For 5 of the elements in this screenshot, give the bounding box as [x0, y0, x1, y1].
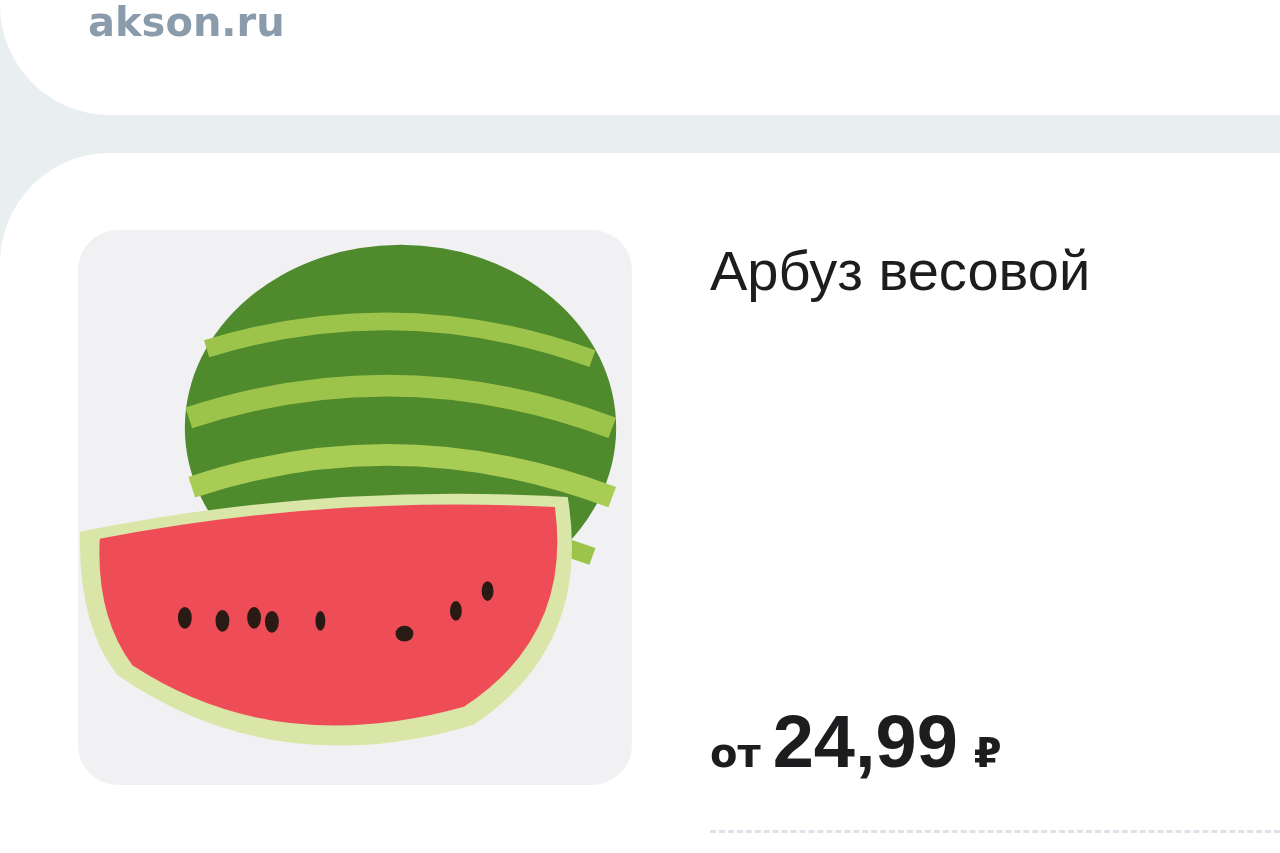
price: 24,99 — [772, 699, 958, 784]
price-prefix: от — [710, 730, 761, 776]
product-title: Арбуз весовой — [710, 238, 1092, 303]
site-address: akson.ru — [88, 0, 285, 42]
currency: ₽ — [973, 730, 1002, 776]
